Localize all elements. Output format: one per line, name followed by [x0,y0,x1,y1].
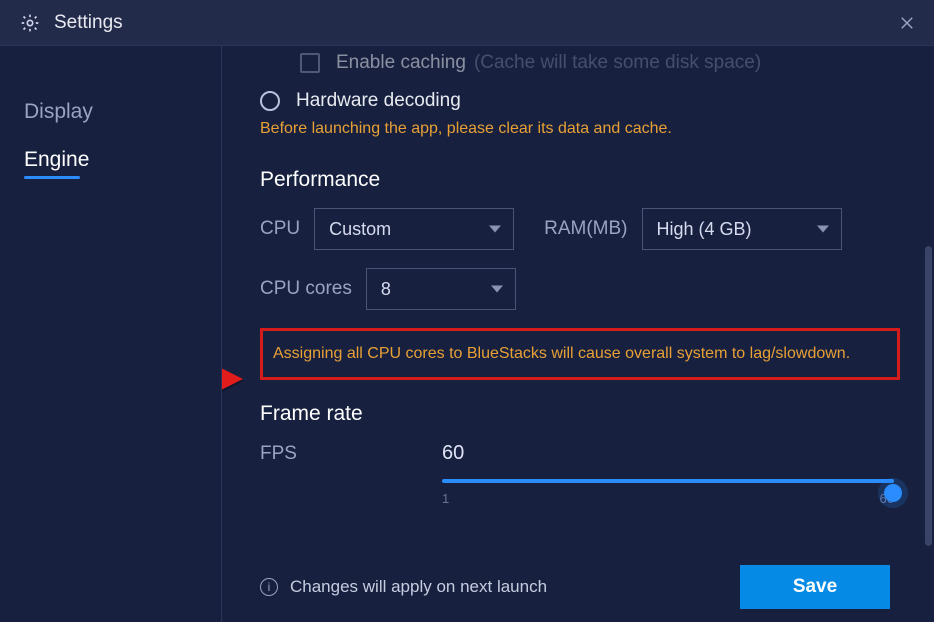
checkbox-icon[interactable] [300,53,320,73]
close-button[interactable] [896,12,918,34]
content-footer: i Changes will apply on next launch Save [260,552,914,622]
cores-warning-callout: Assigning all CPU cores to BlueStacks wi… [260,328,900,380]
sidebar-item-label: Engine [24,148,89,171]
sidebar: Display Engine [0,46,222,622]
sidebar-item-label: Display [24,100,93,123]
active-tab-indicator [24,176,80,179]
scrollbar-thumb[interactable] [925,246,932,546]
cpu-cores-value: 8 [381,279,391,300]
window-title: Settings [54,12,896,34]
cpu-label: CPU [260,218,300,240]
hardware-decoding-label: Hardware decoding [296,90,461,112]
cpu-cores-label: CPU cores [260,278,352,300]
fps-slider[interactable]: 1 60 [442,479,894,506]
chevron-down-icon [491,286,503,293]
save-button[interactable]: Save [740,565,890,609]
fps-value: 60 [442,442,464,465]
performance-heading: Performance [260,168,914,192]
ram-select-value: High (4 GB) [657,219,752,240]
frame-rate-heading: Frame rate [260,402,914,426]
info-icon: i [260,578,278,596]
ram-select[interactable]: High (4 GB) [642,208,842,250]
settings-content: Enable caching (Cache will take some dis… [222,46,934,622]
slider-thumb[interactable] [884,484,902,502]
ram-label: RAM(MB) [544,218,627,240]
hw-decode-note: Before launching the app, please clear i… [260,120,914,138]
slider-min: 1 [442,491,449,506]
sidebar-item-display[interactable]: Display [0,86,221,134]
enable-caching-row: Enable caching (Cache will take some dis… [300,52,914,74]
chevron-down-icon [489,226,501,233]
titlebar: Settings [0,0,934,46]
cpu-select[interactable]: Custom [314,208,514,250]
sidebar-item-engine[interactable]: Engine [0,134,221,189]
chevron-down-icon [817,226,829,233]
callout-arrow-icon [222,341,245,422]
cpu-select-value: Custom [329,219,391,240]
radio-icon[interactable] [260,91,280,111]
slider-track [442,479,894,483]
gear-icon [20,13,40,33]
enable-caching-label: Enable caching [336,52,466,74]
hardware-decoding-row[interactable]: Hardware decoding [260,90,914,112]
footer-info-text: Changes will apply on next launch [290,577,547,597]
save-button-label: Save [793,576,837,598]
cores-warning-text: Assigning all CPU cores to BlueStacks wi… [273,345,887,363]
cpu-cores-select[interactable]: 8 [366,268,516,310]
fps-label: FPS [260,443,442,465]
enable-caching-hint: (Cache will take some disk space) [474,52,761,74]
